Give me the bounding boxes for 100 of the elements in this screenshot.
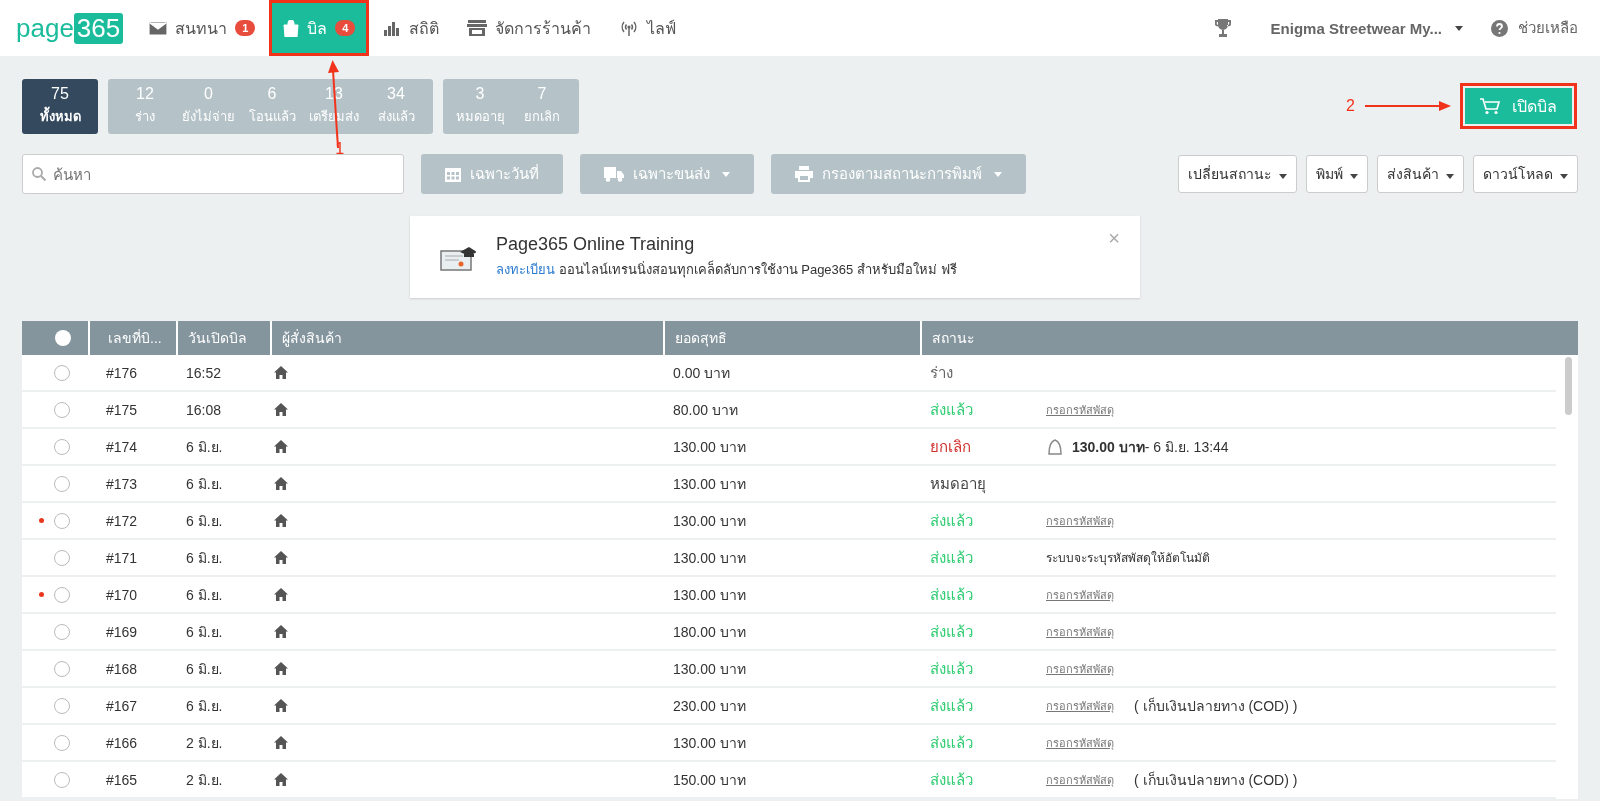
- cart-icon: [1480, 97, 1500, 115]
- shop-dropdown[interactable]: Enigma Streetwear My...: [1264, 18, 1469, 38]
- tracking-link[interactable]: กรอกรหัสพัสดุ: [1046, 622, 1114, 641]
- status-filter-tab[interactable]: 75 ทั้งหมด: [22, 78, 98, 134]
- home-icon: [274, 477, 288, 490]
- search-icon: [32, 167, 46, 181]
- table-cell-text: 130.00 บาท: [672, 511, 747, 531]
- tracking-link[interactable]: กรอกรหัสพัสดุ: [1046, 400, 1114, 419]
- tracking-link[interactable]: กรอกรหัสพัสดุ: [1046, 696, 1114, 715]
- home-icon: [274, 736, 288, 749]
- home-icon: [274, 551, 288, 564]
- bill-number[interactable]: #172: [88, 512, 176, 529]
- table-cell-text: 16:08: [185, 401, 223, 418]
- table-cell-text: 6 มิ.ย.: [185, 659, 224, 679]
- logo[interactable]: page365: [16, 12, 124, 44]
- banner-title: Page365 Online Training: [496, 234, 696, 255]
- count-badge: 4: [335, 20, 356, 36]
- home-icon: [274, 699, 288, 712]
- table-cell-text: 6 มิ.ย.: [185, 622, 224, 642]
- home-icon: [274, 773, 288, 786]
- home-icon: [274, 662, 288, 675]
- table-cell-text: 230.00 บาท: [672, 696, 747, 716]
- table-cell-text: 130.00 บาท: [672, 733, 747, 753]
- printer-icon: [795, 166, 813, 182]
- table-cell-text: 6 มิ.ย.: [185, 548, 224, 568]
- table-cell-text: 6 มิ.ย.: [185, 585, 224, 605]
- home-icon: [274, 440, 288, 453]
- count-badge: 1: [235, 20, 256, 36]
- nav-tab[interactable]: จัดการร้านค้า: [453, 0, 606, 56]
- search-field[interactable]: ค้นหา: [22, 154, 404, 194]
- bill-number[interactable]: #166: [88, 734, 176, 751]
- table-cell-text: 2 มิ.ย.: [185, 770, 224, 790]
- table-cell-text: 16:52: [185, 364, 223, 381]
- bill-number[interactable]: #171: [88, 549, 176, 566]
- status-label: ส่งแล้ว: [930, 695, 974, 716]
- payment-note: ( เก็บเงินปลายทาง (COD) ): [1134, 770, 1298, 790]
- status-label: ส่งแล้ว: [930, 732, 974, 753]
- bill-number[interactable]: #167: [88, 697, 176, 714]
- status-label: ส่งแล้ว: [930, 399, 974, 420]
- help-link[interactable]: ช่วยเหลือ: [1518, 16, 1578, 40]
- trophy-icon[interactable]: [1214, 19, 1231, 37]
- status-label: หมดอายุ: [930, 473, 987, 496]
- action-dropdown[interactable]: ดาวน์โหลด: [1473, 155, 1578, 193]
- bill-number[interactable]: #170: [88, 586, 176, 603]
- truck-icon: [604, 166, 624, 182]
- home-icon: [274, 625, 288, 638]
- scrollbar[interactable]: [1565, 357, 1572, 415]
- action-dropdown[interactable]: เปลี่ยนสถานะ: [1178, 155, 1298, 193]
- nav-tab[interactable]: บิล 4: [269, 0, 370, 56]
- table-cell-text: 6 มิ.ย.: [185, 696, 224, 716]
- mail-icon: [149, 21, 168, 35]
- home-icon: [274, 514, 288, 527]
- table-cell-text: 2 มิ.ย.: [185, 733, 224, 753]
- tracking-link[interactable]: กรอกรหัสพัสดุ: [1046, 770, 1114, 789]
- status-label: ส่งแล้ว: [930, 584, 974, 605]
- bar-chart-icon: [383, 20, 402, 36]
- home-icon: [274, 366, 288, 379]
- status-label: ส่งแล้ว: [930, 769, 974, 790]
- action-dropdown[interactable]: พิมพ์: [1306, 155, 1369, 193]
- table-cell-text: 150.00 บาท: [672, 770, 747, 790]
- nav-tab[interactable]: สนทนา 1: [135, 0, 270, 56]
- bill-number[interactable]: #168: [88, 660, 176, 677]
- select-all-checkbox[interactable]: [55, 330, 71, 346]
- table-cell-text: 6 มิ.ย.: [185, 437, 224, 457]
- table-cell-text: 6 มิ.ย.: [185, 511, 224, 531]
- status-label: ส่งแล้ว: [930, 621, 974, 642]
- tracking-link[interactable]: กรอกรหัสพัสดุ: [1046, 659, 1114, 678]
- table-cell-text: 130.00 บาท: [672, 474, 747, 494]
- table-cell-text: 130.00 บาท: [672, 437, 747, 457]
- bill-number[interactable]: #169: [88, 623, 176, 640]
- tracking-note: ระบบจะระบุรหัสพัสดุให้อัตโนมัติ: [1046, 550, 1210, 567]
- status-label: ร่าง: [930, 362, 954, 383]
- tracking-link[interactable]: กรอกรหัสพัสดุ: [1046, 733, 1114, 752]
- help-icon[interactable]: [1491, 19, 1508, 37]
- payment-note: ( เก็บเงินปลายทาง (COD) ): [1134, 696, 1298, 716]
- status-label: ส่งแล้ว: [930, 510, 974, 531]
- register-link[interactable]: ลงทะเบียน: [496, 262, 555, 277]
- tracking-link[interactable]: กรอกรหัสพัสดุ: [1046, 511, 1114, 530]
- bag-icon: [283, 19, 300, 37]
- store-icon: [467, 20, 488, 36]
- nav-tab[interactable]: ไลฟ์: [605, 0, 691, 56]
- bill-number[interactable]: #175: [88, 401, 176, 418]
- bill-number[interactable]: #176: [88, 364, 176, 381]
- home-icon: [274, 588, 288, 601]
- table-cell-text: 80.00 บาท: [672, 400, 739, 420]
- bell-icon: [1046, 437, 1064, 456]
- tracking-link[interactable]: กรอกรหัสพัสดุ: [1046, 585, 1114, 604]
- bill-number[interactable]: #165: [88, 771, 176, 788]
- refund-text: 130.00 บาท- 6 มิ.ย. 13:44: [1072, 437, 1229, 457]
- bill-number[interactable]: #174: [88, 438, 176, 455]
- table-cell-text: 0.00 บาท: [672, 363, 732, 383]
- table-cell-text: 6 มิ.ย.: [185, 474, 224, 494]
- table-cell-text: 130.00 บาท: [672, 659, 747, 679]
- nav-tab[interactable]: สถิติ: [369, 0, 454, 56]
- home-icon: [274, 403, 288, 416]
- action-dropdown[interactable]: ส่งสินค้า: [1377, 155, 1465, 193]
- annotation-number: 2: [1346, 97, 1355, 115]
- table-cell-text: 180.00 บาท: [672, 622, 747, 642]
- bill-number[interactable]: #173: [88, 475, 176, 492]
- calendar-icon: [445, 166, 461, 182]
